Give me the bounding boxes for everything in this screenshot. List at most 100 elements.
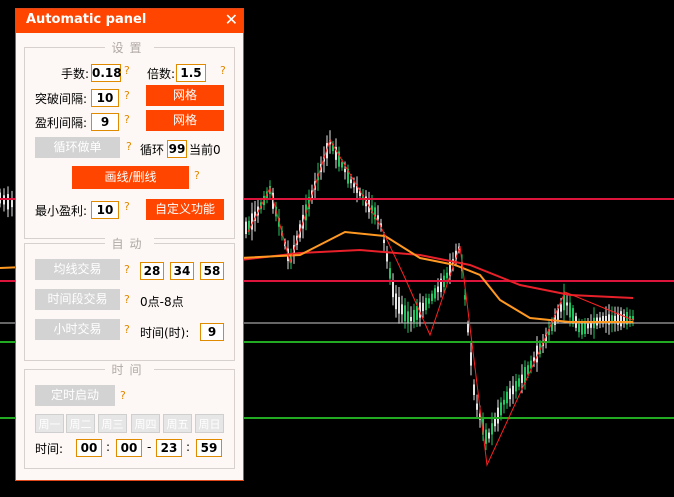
candle-body [410, 316, 412, 322]
candle-body [491, 423, 493, 435]
multiplier-help-icon[interactable]: ? [220, 64, 226, 77]
ma-period-2-input[interactable]: 34 [170, 262, 194, 280]
candle-body [485, 429, 487, 444]
close-icon[interactable]: ✕ [225, 10, 238, 29]
candle-body [422, 302, 424, 312]
custom-function-button[interactable]: 自定义功能 [146, 199, 224, 220]
profit-interval-input[interactable]: 9 [91, 113, 119, 131]
moving-average-slow [239, 248, 634, 299]
candle-body [581, 323, 583, 335]
lots-input[interactable]: 0.18 [91, 64, 122, 82]
lots-help-icon[interactable]: ? [124, 64, 130, 77]
day-friday-toggle[interactable]: 周五 [163, 414, 192, 433]
start-minute-input[interactable]: 00 [116, 439, 142, 457]
candle-body [407, 311, 409, 324]
multiplier-label: 倍数: [147, 67, 176, 81]
ma-help-icon[interactable]: ? [124, 263, 130, 276]
hour-trade-button[interactable]: 小时交易 [35, 319, 120, 340]
draw-help-icon[interactable]: ? [194, 169, 200, 182]
breakout-help-icon[interactable]: ? [124, 89, 130, 102]
candle-body [467, 323, 469, 333]
breakout-interval-input[interactable]: 10 [91, 89, 119, 107]
ma-period-3-input[interactable]: 58 [200, 262, 224, 280]
timer-start-button[interactable]: 定时启动 [35, 385, 115, 406]
multiplier-input[interactable]: 1.5 [176, 64, 206, 82]
ma-period-1-input[interactable]: 28 [140, 262, 164, 280]
candle-body [473, 384, 475, 395]
time-period-trade-button[interactable]: 时间段交易 [35, 289, 120, 310]
candle-body [512, 385, 514, 395]
time-range-dash: - [147, 440, 152, 454]
end-colon: : [186, 440, 191, 454]
ma-trade-button[interactable]: 均线交易 [35, 259, 120, 280]
panel-titlebar[interactable]: Automatic panel ✕ [16, 9, 243, 33]
period-help-icon[interactable]: ? [124, 293, 130, 306]
candle-body [569, 302, 571, 318]
candle-body [386, 253, 388, 262]
candle-body [470, 352, 472, 366]
candle-body [587, 323, 589, 329]
candle-body [497, 407, 499, 424]
breakout-grid-button[interactable]: 网格 [146, 85, 224, 106]
hour-input[interactable]: 9 [200, 323, 224, 341]
cycle-help-icon[interactable]: ? [126, 140, 132, 153]
lots-label: 手数: [61, 67, 90, 81]
candle-body [11, 200, 13, 208]
timer-help-icon[interactable]: ? [120, 389, 126, 402]
candle-body [500, 402, 502, 416]
candle-body [437, 286, 439, 293]
candle-body [620, 311, 622, 327]
candle-body [353, 183, 355, 188]
candle-body [341, 162, 343, 168]
candle-body [431, 293, 433, 302]
profit-help-icon[interactable]: ? [124, 113, 130, 126]
candle-body [404, 305, 406, 322]
current-count-label: 当前0 [189, 143, 221, 157]
candle-body [578, 323, 580, 333]
candle-body [503, 399, 505, 405]
breakout-interval-label: 突破间隔: [35, 92, 88, 106]
day-thursday-toggle[interactable]: 周四 [131, 414, 160, 433]
candle-body [446, 272, 448, 279]
candle-body [515, 381, 517, 392]
hour-label: 时间(时): [140, 326, 190, 340]
candle-body [521, 374, 523, 383]
candle-body [518, 378, 520, 387]
auto-legend: 自动 [105, 237, 154, 251]
candle-body [488, 432, 490, 439]
candle-body [395, 293, 397, 310]
cycle-order-button[interactable]: 循环做单 [35, 137, 120, 158]
candle-body [401, 304, 403, 315]
panel-title: Automatic panel [26, 12, 147, 27]
day-monday-toggle[interactable]: 周一 [35, 414, 64, 433]
candle-body [413, 309, 415, 323]
min-profit-input[interactable]: 10 [91, 201, 119, 219]
end-minute-input[interactable]: 59 [196, 439, 222, 457]
min-profit-label: 最小盈利: [35, 204, 88, 218]
candle-body [476, 403, 478, 410]
cycle-input[interactable]: 99 [167, 140, 187, 158]
settings-legend: 设置 [105, 41, 154, 55]
hour-help-icon[interactable]: ? [124, 323, 130, 336]
candle-body [392, 281, 394, 298]
zigzag-line [247, 138, 634, 467]
profit-grid-button[interactable]: 网格 [146, 110, 224, 131]
min-profit-help-icon[interactable]: ? [124, 200, 130, 213]
cycle-label: 循环 [140, 143, 165, 157]
candle-body [377, 215, 379, 220]
start-hour-input[interactable]: 00 [76, 439, 102, 457]
time-label: 时间: [35, 442, 64, 456]
day-wednesday-toggle[interactable]: 周三 [98, 414, 127, 433]
candle-body [506, 391, 508, 404]
draw-line-button[interactable]: 画线/删线 [72, 166, 189, 189]
candle-body [566, 302, 568, 306]
candle-body [389, 268, 391, 279]
day-tuesday-toggle[interactable]: 周二 [66, 414, 95, 433]
day-sunday-toggle[interactable]: 周日 [195, 414, 224, 433]
end-hour-input[interactable]: 23 [156, 439, 182, 457]
candle-body [398, 297, 400, 314]
candle-body [245, 221, 247, 235]
candle-body [428, 298, 430, 304]
candle-body [509, 388, 511, 400]
candle-body [383, 239, 385, 244]
